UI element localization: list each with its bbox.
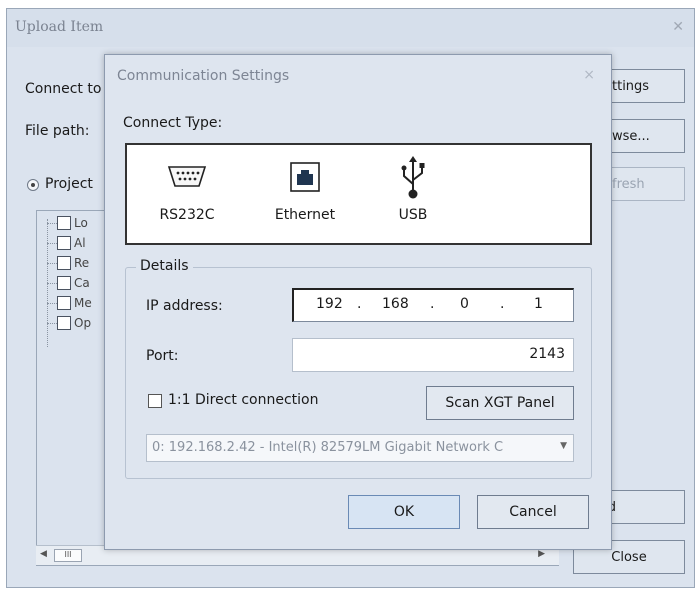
- upload-item-titlebar: Upload Item ✕: [7, 9, 694, 47]
- communication-settings-titlebar: Communication Settings ×: [105, 55, 611, 95]
- tree-item[interactable]: Ca: [47, 274, 90, 292]
- ip-octet-1[interactable]: 192: [316, 296, 343, 312]
- cancel-button[interactable]: Cancel: [477, 495, 589, 529]
- scan-button-label: Scan XGT Panel: [445, 395, 555, 411]
- tree-item-checkbox[interactable]: [57, 216, 71, 230]
- tree-item-checkbox[interactable]: [57, 276, 71, 290]
- tree-item-checkbox[interactable]: [57, 296, 71, 310]
- tree-item-checkbox[interactable]: [57, 256, 71, 270]
- tree-item-label: Me: [74, 296, 92, 310]
- chevron-down-icon[interactable]: ▼: [560, 441, 567, 451]
- ethernet-port-icon: [265, 155, 345, 199]
- ok-button[interactable]: OK: [348, 495, 460, 529]
- details-group: Details IP address: 192 . 168 . 0 . 1 Po…: [125, 258, 592, 479]
- ip-dot: .: [357, 296, 362, 312]
- connect-type-usb[interactable]: USB: [373, 155, 453, 223]
- dialog-close-icon[interactable]: ×: [583, 67, 595, 83]
- ok-button-label: OK: [393, 504, 415, 520]
- close-button-label: Close: [611, 549, 647, 565]
- tree-item-label: Al: [74, 236, 86, 250]
- tree-item[interactable]: Al: [47, 234, 86, 252]
- details-legend: Details: [136, 258, 193, 274]
- connect-to-label: Connect to: [25, 81, 102, 97]
- tree-item[interactable]: Lo: [47, 214, 88, 232]
- network-adapter-value: 0: 192.168.2.42 - Intel(R) 82579LM Gigab…: [152, 440, 504, 455]
- ip-address-label: IP address:: [146, 298, 223, 314]
- serial-port-icon: [147, 155, 227, 199]
- ip-octet-3[interactable]: 0: [460, 296, 469, 312]
- tree-item-label: Re: [74, 256, 90, 270]
- tree-item-label: Lo: [74, 216, 88, 230]
- tree-item-label: Op: [74, 316, 92, 330]
- tree-item[interactable]: Re: [47, 254, 89, 272]
- connect-type-label-text: RS232C: [159, 207, 215, 223]
- scan-xgt-panel-button[interactable]: Scan XGT Panel: [426, 386, 574, 420]
- ip-octet-4[interactable]: 1: [534, 296, 543, 312]
- port-label: Port:: [146, 348, 179, 364]
- connect-type-label: Connect Type:: [123, 115, 223, 131]
- upload-item-close-icon[interactable]: ✕: [672, 19, 684, 35]
- scroll-left-icon[interactable]: ◀: [40, 549, 47, 559]
- upload-item-title: Upload Item: [15, 19, 104, 35]
- cancel-button-label: Cancel: [509, 504, 557, 520]
- tree-item-checkbox[interactable]: [57, 236, 71, 250]
- connect-type-rs232c[interactable]: RS232C: [147, 155, 227, 223]
- tree-item-label: Ca: [74, 276, 90, 290]
- ip-dot: .: [500, 296, 505, 312]
- connect-type-label-text: USB: [398, 207, 428, 223]
- project-radio-label: Project: [45, 176, 93, 192]
- network-adapter-select[interactable]: 0: 192.168.2.42 - Intel(R) 82579LM Gigab…: [146, 434, 574, 462]
- direct-connection-checkbox[interactable]: [148, 394, 162, 408]
- scroll-thumb[interactable]: III: [54, 549, 82, 562]
- direct-connection-label: 1:1 Direct connection: [168, 392, 319, 408]
- connect-type-ethernet[interactable]: Ethernet: [265, 155, 345, 223]
- ip-octet-2[interactable]: 168: [382, 296, 409, 312]
- connect-type-label-text: Ethernet: [274, 207, 336, 223]
- project-radio[interactable]: [27, 179, 39, 191]
- port-input[interactable]: 2143: [292, 338, 574, 372]
- tree-item-checkbox[interactable]: [57, 316, 71, 330]
- ip-address-input[interactable]: 192 . 168 . 0 . 1: [292, 288, 574, 322]
- usb-icon: [373, 155, 453, 199]
- scroll-right-icon[interactable]: ▶: [538, 549, 545, 559]
- dialog-title: Communication Settings: [117, 68, 290, 84]
- tree-item[interactable]: Me: [47, 294, 92, 312]
- communication-settings-dialog: Communication Settings × Connect Type: R…: [104, 54, 612, 550]
- connect-type-panel: RS232C Ethernet USB: [125, 143, 592, 245]
- tree-item[interactable]: Op: [47, 314, 91, 332]
- ip-dot: .: [430, 296, 435, 312]
- file-path-label: File path:: [25, 123, 90, 139]
